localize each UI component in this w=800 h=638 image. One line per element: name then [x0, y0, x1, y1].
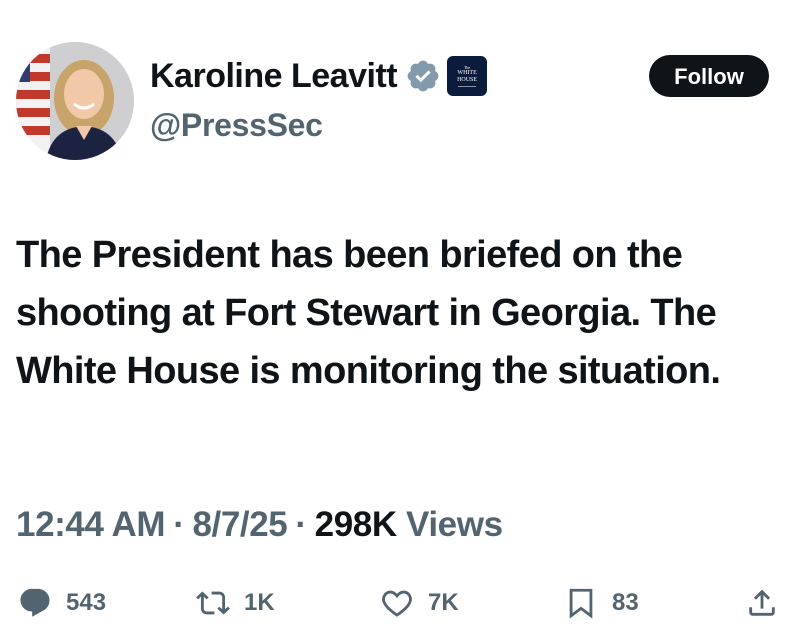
- white-house-affiliation-badge[interactable]: The WHITE HOUSE: [447, 56, 488, 96]
- share-icon: [749, 589, 775, 616]
- meta-separator: ·: [295, 505, 307, 544]
- avatar-photo: [16, 42, 134, 160]
- views-count: 298K: [314, 505, 397, 544]
- tweet-time[interactable]: 12:44 AM: [16, 505, 166, 544]
- like-icon: [382, 590, 412, 617]
- verified-badge-icon[interactable]: [405, 58, 441, 94]
- like-count: 7K: [428, 589, 459, 616]
- meta-separator: ·: [173, 505, 185, 544]
- bookmark-icon: [569, 588, 593, 619]
- badge-rule: [458, 86, 477, 87]
- tweet-detail: Karoline Leavitt The WHITE HOUSE @PressS…: [0, 0, 800, 638]
- repost-icon: [196, 591, 230, 615]
- reply-icon: [20, 588, 50, 617]
- repost-count: 1K: [244, 589, 275, 616]
- author-name-row: Karoline Leavitt The WHITE HOUSE: [150, 54, 488, 98]
- author-display-name[interactable]: Karoline Leavitt: [150, 54, 398, 98]
- tweet-text: The President has been briefed on the sh…: [16, 234, 721, 392]
- bookmark-button[interactable]: 83: [564, 580, 639, 626]
- follow-button[interactable]: Follow: [649, 55, 769, 97]
- badge-line-2: HOUSE: [457, 77, 478, 83]
- reply-button[interactable]: 543: [18, 580, 106, 626]
- share-button[interactable]: [745, 580, 779, 626]
- avatar[interactable]: [16, 42, 134, 160]
- reply-count: 543: [66, 589, 107, 616]
- views-label: Views: [406, 505, 503, 544]
- tweet-meta: 12:44 AM · 8/7/25 · 298K Views: [16, 500, 503, 550]
- bookmark-count: 83: [612, 589, 639, 616]
- like-button[interactable]: 7K: [380, 580, 459, 626]
- badge-line-1: WHITE: [457, 70, 477, 76]
- author-handle[interactable]: @PressSec: [150, 104, 323, 146]
- repost-button[interactable]: 1K: [196, 580, 275, 626]
- tweet-date[interactable]: 8/7/25: [192, 505, 287, 544]
- action-bar: 543 1K 7K 83: [0, 580, 800, 626]
